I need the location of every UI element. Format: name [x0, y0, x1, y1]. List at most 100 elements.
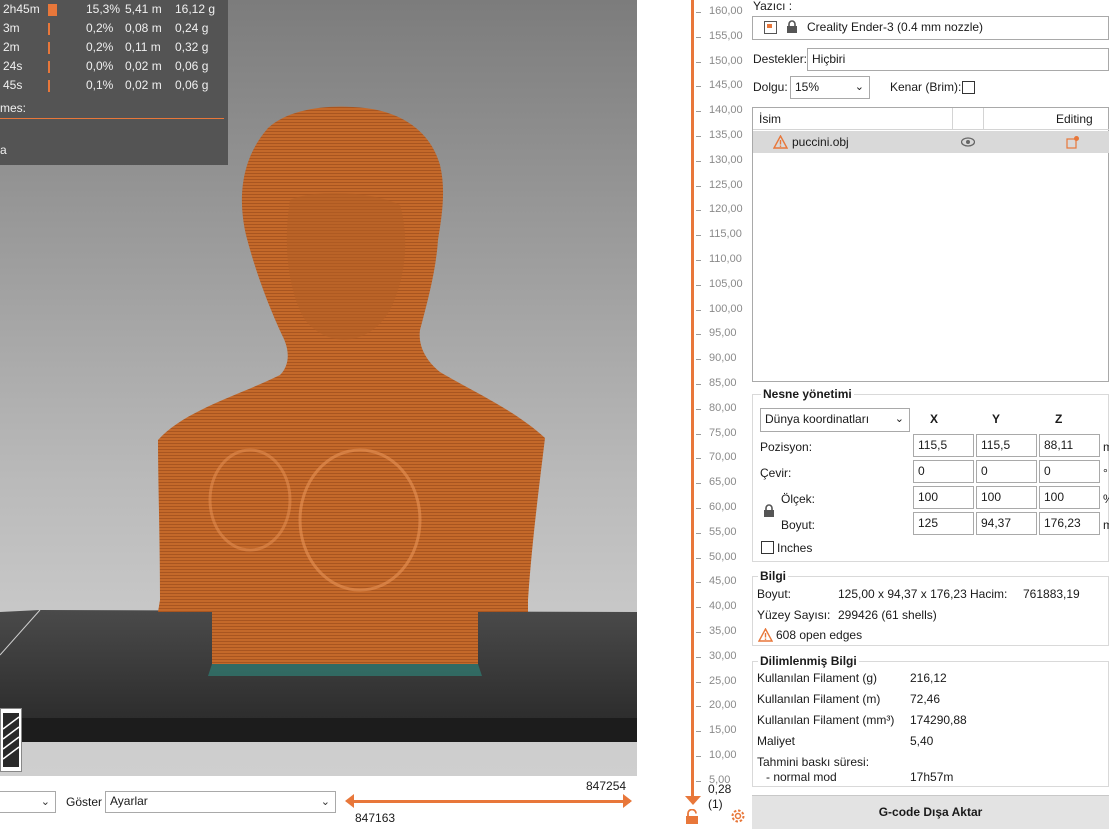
position-label: Pozisyon:: [760, 440, 813, 454]
rotation-y-input[interactable]: 0: [976, 460, 1037, 483]
object-list[interactable]: İsim Editing puccini.obj: [752, 107, 1109, 382]
move-slider-right-thumb[interactable]: [623, 794, 632, 808]
info-size-value: 125,00 x 94,37 x 176,23: [838, 587, 967, 601]
layer-slider-thumb[interactable]: [685, 796, 701, 805]
stat-time: 2h45m: [3, 2, 40, 16]
infill-combo[interactable]: 15% ⌄: [790, 76, 870, 99]
export-gcode-button[interactable]: G-code Dışa Aktar: [752, 795, 1109, 829]
stat-time: 45s: [3, 78, 23, 92]
model-base-outline: [208, 664, 482, 676]
supports-combo[interactable]: Hiçbiri: [807, 48, 1109, 71]
lock-icon[interactable]: [685, 809, 699, 825]
move-slider-max-label: 847254: [586, 779, 627, 793]
color-swatch: [48, 42, 50, 54]
layer-tick-label: 115,00: [709, 228, 742, 241]
rotation-x-input[interactable]: 0: [913, 460, 974, 483]
layer-tick: [696, 756, 701, 757]
layer-number-value: (1): [708, 797, 723, 811]
settings-sidebar: Yazıcı : Creality Ender-3 (0.4 mm nozzle…: [752, 0, 1109, 829]
layer-tick-label: 40,00: [709, 600, 737, 613]
scale-label: Ölçek:: [781, 492, 816, 506]
layer-tick-label: 15,00: [709, 724, 737, 737]
layer-tick-label: 70,00: [709, 451, 737, 464]
stat-weight: 0,24 g: [175, 21, 209, 35]
position-y-input[interactable]: 115,5: [976, 434, 1037, 457]
object-list-item[interactable]: puccini.obj: [753, 131, 1109, 153]
filament-m-value: 72,46: [910, 692, 941, 706]
layer-tick-label: 110,00: [709, 253, 742, 265]
stats-row: 24s 0,0% 0,02 m 0,06 g: [0, 59, 228, 78]
layer-tick: [696, 284, 701, 286]
scale-lock-icon[interactable]: [763, 504, 775, 518]
column-name-header[interactable]: İsim: [759, 112, 781, 126]
gear-icon[interactable]: [730, 808, 746, 824]
stats-footer-label: mes:: [0, 101, 27, 115]
layer-tick-label: 30,00: [709, 649, 737, 662]
warning-icon: [773, 135, 788, 149]
layer-tick-label: 145,00: [709, 79, 743, 92]
layer-tick-label: 60,00: [709, 501, 737, 513]
color-swatch: [48, 4, 57, 16]
chevron-down-icon: ⌄: [320, 796, 330, 808]
inches-checkbox[interactable]: [761, 541, 774, 554]
lock-icon: [787, 20, 797, 33]
printer-combo[interactable]: Creality Ender-3 (0.4 mm nozzle): [752, 16, 1109, 40]
position-z-input[interactable]: 88,11: [1039, 434, 1100, 457]
scale-unit: %: [1103, 492, 1109, 506]
layer-tick: [696, 160, 701, 162]
scale-y-input[interactable]: 100: [976, 486, 1037, 509]
brim-checkbox[interactable]: [962, 81, 975, 94]
layer-tick-label: 95,00: [709, 327, 737, 340]
eye-icon[interactable]: [961, 137, 975, 147]
stat-length: 0,02 m: [125, 59, 162, 73]
layer-tick-label: 140,00: [709, 104, 743, 117]
scale-z-input[interactable]: 100: [1039, 486, 1100, 509]
column-editing-header[interactable]: Editing: [1056, 112, 1093, 126]
infill-value: 15%: [795, 80, 820, 94]
layer-tick: [696, 508, 701, 509]
rotation-z-input[interactable]: 0: [1039, 460, 1100, 483]
warning-icon: [758, 628, 773, 642]
stat-weight: 0,06 g: [175, 59, 209, 73]
3d-viewport[interactable]: 2h45m 15,3% 5,41 m 16,12 g 3m 0,2% 0,08 …: [0, 0, 637, 776]
layer-tick: [696, 681, 701, 683]
edit-settings-icon[interactable]: [1066, 135, 1080, 149]
size-z-input[interactable]: 176,23: [1039, 512, 1100, 535]
coordinate-system-combo[interactable]: Dünya koordinatları ⌄: [760, 408, 910, 432]
layer-tick-label: 55,00: [709, 525, 737, 538]
layer-slider[interactable]: 160,00 155,00 150,00 145,00 140,00 135,00 130,…: [637, 0, 752, 829]
layer-tick: [696, 607, 701, 609]
layer-tick-label: 20,00: [709, 699, 737, 712]
stat-percent: 0,0%: [86, 59, 114, 73]
supports-value: Hiçbiri: [812, 52, 846, 66]
size-y-input[interactable]: 94,37: [976, 512, 1037, 535]
layer-tick: [696, 210, 701, 212]
printer-label: Yazıcı :: [753, 0, 793, 13]
layer-tick-label: 35,00: [709, 625, 737, 637]
size-label: Boyut:: [781, 518, 816, 532]
layer-tick: [696, 458, 701, 460]
layer-tick-label: 155,00: [709, 29, 743, 42]
layer-tick: [696, 483, 701, 485]
view-cube-icon[interactable]: [0, 708, 22, 772]
layer-tick: [696, 384, 701, 385]
layer-slider-track[interactable]: [691, 0, 694, 800]
size-unit: m: [1103, 518, 1109, 532]
layer-tick: [696, 111, 701, 113]
object-name: puccini.obj: [792, 135, 849, 149]
size-x-input[interactable]: 125: [913, 512, 974, 535]
filament-mm3-label: Kullanılan Filament (mm³): [757, 713, 895, 727]
scale-x-input[interactable]: 100: [913, 486, 974, 509]
print-time-label: Tahmini baskı süresi:: [757, 755, 870, 769]
move-slider-track[interactable]: [348, 800, 630, 803]
position-x-input[interactable]: 115,5: [913, 434, 974, 457]
view-type-combo[interactable]: ⌄: [0, 791, 56, 813]
show-combo[interactable]: Ayarlar ⌄: [105, 791, 336, 813]
layer-tick: [696, 136, 701, 137]
model-bust[interactable]: [158, 106, 545, 664]
layer-tick: [696, 532, 701, 534]
infill-label: Dolgu:: [753, 80, 788, 94]
layer-tick-label: 75,00: [709, 426, 737, 439]
coordinate-system-value: Dünya koordinatları: [765, 412, 870, 426]
info-title: Bilgi: [758, 569, 788, 583]
